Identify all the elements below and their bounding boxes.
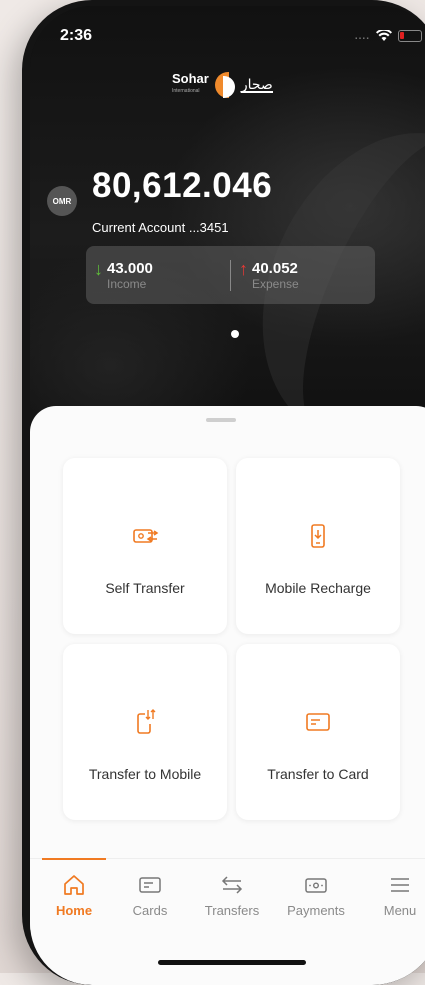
- tab-menu[interactable]: Menu: [360, 873, 425, 918]
- transfer-to-card-button[interactable]: Transfer to Card: [236, 644, 400, 820]
- wifi-icon: [376, 30, 392, 41]
- tab-menu-label: Menu: [383, 903, 417, 918]
- expense-summary: ↑ 40.052 Expense: [230, 258, 375, 291]
- status-bar: 2:36 ....: [60, 24, 422, 48]
- carousel-page-indicator[interactable]: [231, 330, 239, 338]
- arrow-up-icon: ↑: [239, 258, 248, 279]
- card-icon: [306, 713, 330, 731]
- expense-value: 40.052: [252, 259, 298, 277]
- transfer-to-mobile-button[interactable]: Transfer to Mobile: [63, 644, 227, 820]
- self-transfer-label: Self Transfer: [105, 580, 185, 596]
- tab-payments-label: Payments: [287, 903, 345, 918]
- income-summary: ↓ 43.000 Income: [86, 260, 230, 291]
- home-indicator-bar[interactable]: [158, 960, 306, 965]
- self-transfer-icon: [133, 529, 159, 543]
- menu-icon: [391, 878, 409, 892]
- arrow-down-icon: ↓: [94, 258, 103, 279]
- payments-icon: [305, 878, 327, 893]
- tab-home[interactable]: Home: [34, 873, 114, 918]
- quick-actions-sheet: Self Transfer Mobile Recharge Transfer t…: [30, 406, 425, 985]
- tab-payments[interactable]: Payments: [276, 873, 356, 918]
- mobile-recharge-button[interactable]: Mobile Recharge: [236, 458, 400, 634]
- currency-badge: OMR: [47, 186, 77, 216]
- sheet-drag-handle[interactable]: [206, 418, 236, 422]
- transfer-to-card-label: Transfer to Card: [267, 766, 369, 782]
- tab-home-label: Home: [55, 903, 93, 918]
- mobile-recharge-icon: [311, 524, 325, 548]
- app-screen: 2:36 .... Sohar International صحار OMR 8…: [30, 6, 425, 985]
- tab-transfers-label: Transfers: [204, 903, 260, 918]
- income-expense-summary[interactable]: ↓ 43.000 Income ↑ 40.052 Expense: [86, 246, 375, 304]
- account-balance[interactable]: 80,612.046: [92, 166, 272, 206]
- logo-name-ar: صحار: [240, 76, 273, 93]
- logo-name-en: Sohar: [172, 71, 209, 86]
- tab-transfers[interactable]: Transfers: [192, 873, 272, 918]
- bank-logo: Sohar International صحار: [172, 72, 273, 98]
- account-name[interactable]: Current Account ...3451: [92, 220, 229, 235]
- active-tab-indicator: [42, 858, 106, 860]
- cards-icon: [139, 877, 161, 893]
- transfers-icon: [221, 876, 243, 894]
- home-icon: [64, 875, 84, 895]
- signal-icon: ....: [354, 30, 370, 42]
- income-value: 43.000: [107, 259, 153, 277]
- bottom-tab-bar: Home Cards Transfers Payments Menu: [30, 858, 425, 930]
- status-time: 2:36: [60, 27, 93, 44]
- transfer-mobile-icon: [137, 709, 156, 734]
- phone-frame: 2:36 .... Sohar International صحار OMR 8…: [22, 0, 425, 985]
- battery-icon: [398, 30, 422, 42]
- mobile-recharge-label: Mobile Recharge: [265, 580, 371, 596]
- self-transfer-button[interactable]: Self Transfer: [63, 458, 227, 634]
- logo-mark-icon: [214, 72, 235, 98]
- expense-label: Expense: [252, 276, 299, 291]
- tab-cards[interactable]: Cards: [110, 873, 190, 918]
- tab-cards-label: Cards: [132, 903, 168, 918]
- transfer-to-mobile-label: Transfer to Mobile: [88, 766, 202, 782]
- income-label: Income: [107, 276, 147, 291]
- logo-subtitle: International: [172, 88, 200, 94]
